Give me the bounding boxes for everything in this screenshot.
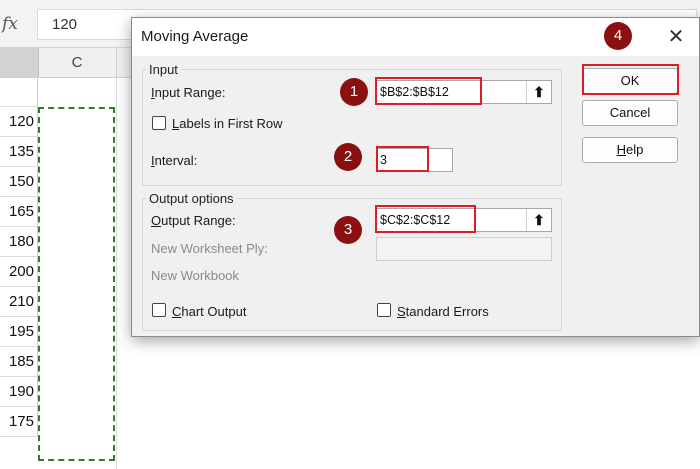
cell-b[interactable]: 180 [0, 227, 38, 257]
cancel-button[interactable]: Cancel [582, 100, 678, 126]
column-b-cells: 120 135 150 165 180 200 210 195 185 190 … [0, 107, 38, 437]
input-group-label: Input [146, 62, 181, 77]
selection-marquee [38, 107, 115, 461]
step-badge-3: 3 [334, 216, 362, 244]
fx-icon[interactable]: fx [2, 14, 18, 34]
standard-errors-label: Standard Errors [397, 304, 489, 319]
column-header-b[interactable] [0, 48, 39, 77]
column-header-c[interactable]: C [38, 48, 117, 77]
moving-average-dialog: Moving Average ✕ Input Input Range: $B$2… [131, 17, 700, 337]
chart-output-checkbox[interactable] [152, 303, 166, 317]
chart-output-label: Chart Output [172, 304, 247, 319]
cell-b[interactable]: 175 [0, 407, 38, 437]
output-range-highlight [375, 205, 476, 233]
help-button[interactable]: Help [582, 137, 678, 163]
labels-first-row-label: Labels in First Row [172, 116, 283, 131]
cell-b[interactable]: 150 [0, 167, 38, 197]
new-worksheet-field [376, 237, 552, 261]
cell-b[interactable]: 190 [0, 377, 38, 407]
cell-b[interactable]: 195 [0, 317, 38, 347]
cell-b[interactable]: 185 [0, 347, 38, 377]
input-range-label: Input Range: [151, 85, 226, 100]
output-group-label: Output options [146, 191, 237, 206]
new-worksheet-label: New Worksheet Ply: [151, 241, 268, 256]
collapse-dialog-icon[interactable]: ⬆ [526, 209, 551, 231]
close-icon[interactable]: ✕ [663, 24, 689, 50]
new-workbook-label: New Workbook [151, 268, 239, 283]
step-badge-1: 1 [340, 78, 368, 106]
cell-b[interactable]: 165 [0, 197, 38, 227]
collapse-dialog-icon[interactable]: ⬆ [526, 81, 551, 103]
output-range-label: Output Range: [151, 213, 236, 228]
cell-b[interactable]: 210 [0, 287, 38, 317]
input-range-highlight [375, 77, 482, 105]
labels-first-row-checkbox[interactable] [152, 116, 166, 130]
interval-label: Interval: [151, 153, 198, 168]
cell-b[interactable]: 135 [0, 137, 38, 167]
ok-highlight [582, 64, 679, 95]
cell-b1[interactable] [0, 78, 38, 107]
cell-b[interactable]: 200 [0, 257, 38, 287]
dialog-title: Moving Average [141, 28, 249, 45]
standard-errors-checkbox[interactable] [377, 303, 391, 317]
cell-b[interactable]: 120 [0, 107, 38, 137]
step-badge-2: 2 [334, 143, 362, 171]
interval-highlight [376, 146, 429, 172]
step-badge-4: 4 [604, 22, 632, 50]
